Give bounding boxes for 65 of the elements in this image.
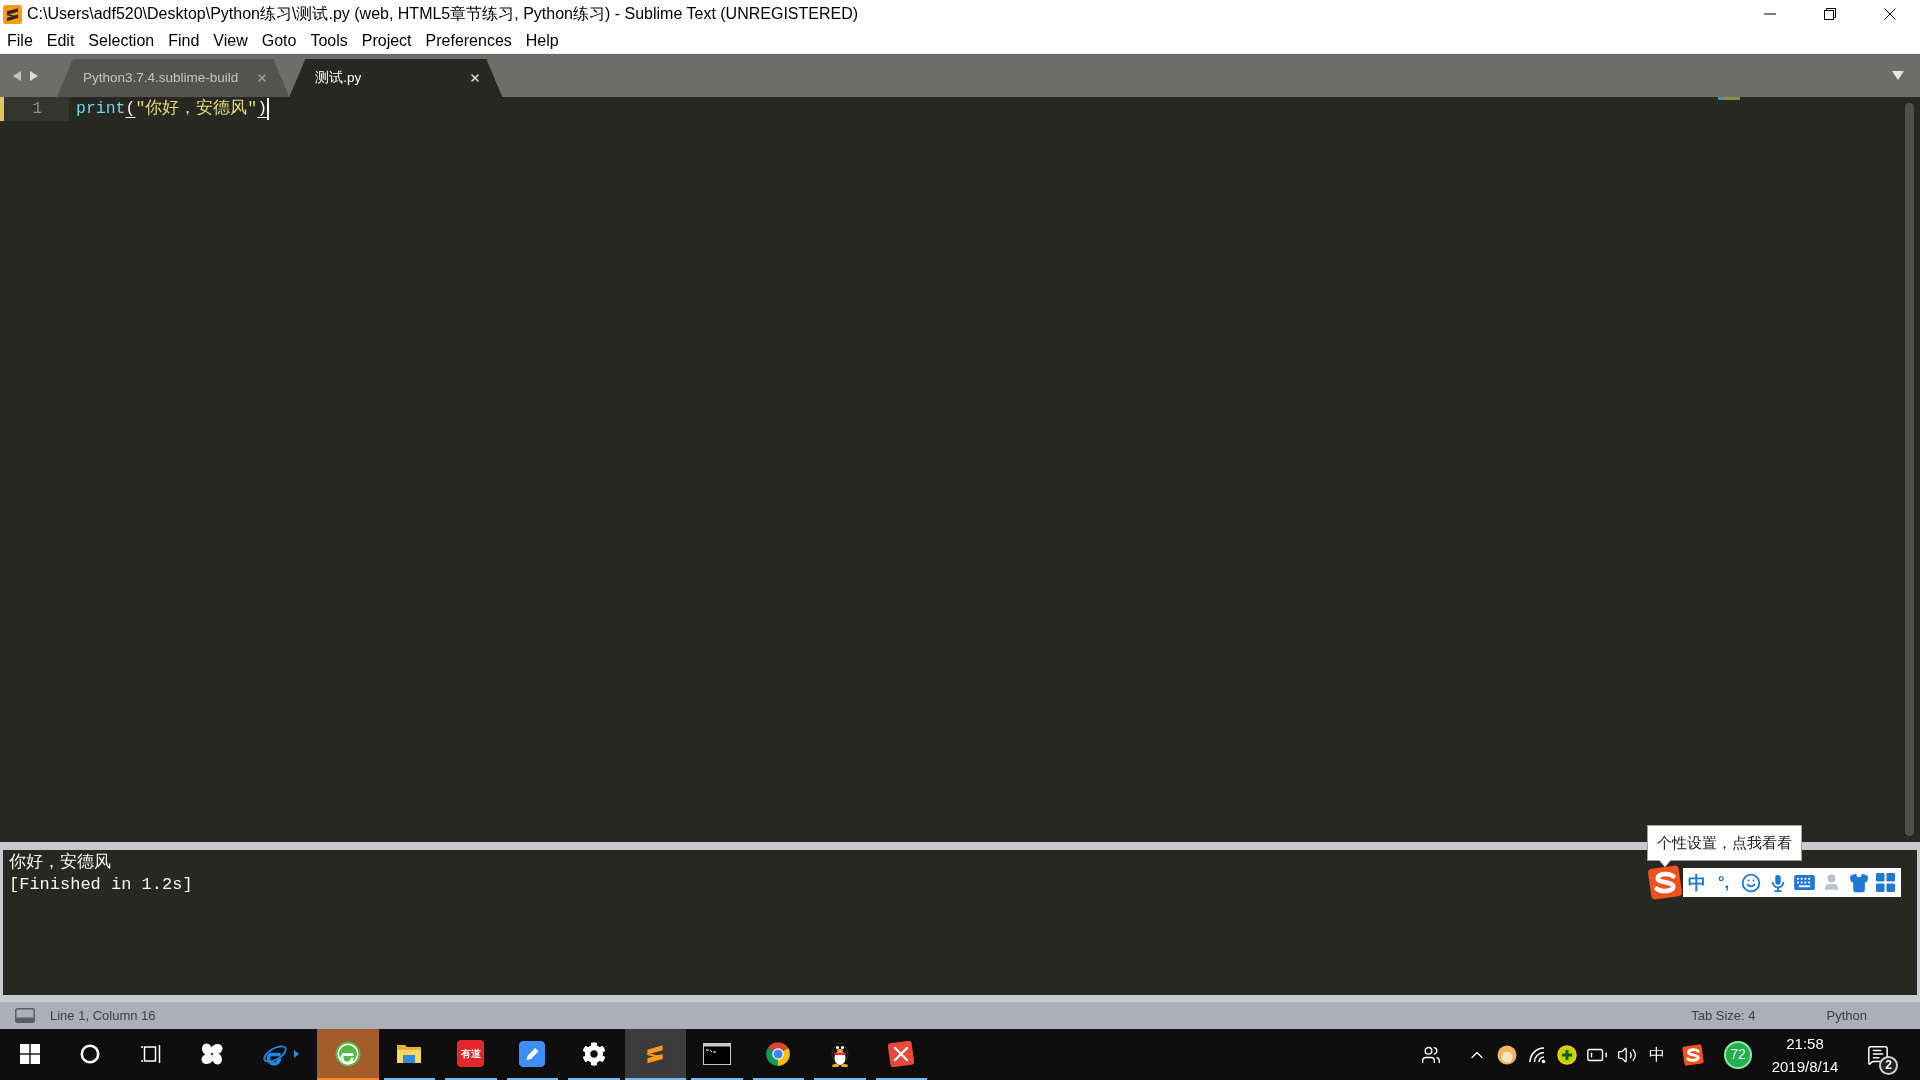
folder-icon xyxy=(396,1042,423,1065)
smiley-icon[interactable] xyxy=(1740,872,1761,893)
grid-icon[interactable] xyxy=(1876,873,1895,892)
forward-arrow-icon[interactable] xyxy=(30,70,38,81)
code-line: print("你好，安德风") xyxy=(76,97,270,121)
tab-close-button[interactable] xyxy=(469,72,482,84)
plus-circle-icon[interactable] xyxy=(1557,1044,1577,1065)
syntax-indicator[interactable]: Python xyxy=(1826,1005,1867,1026)
app-logo-icon xyxy=(3,4,22,24)
punctuation-toggle[interactable]: °, xyxy=(1710,872,1737,893)
close-icon xyxy=(256,72,269,84)
caret-icon xyxy=(294,1049,299,1058)
line-number: 1 xyxy=(4,97,69,121)
window-title: C:\Users\adf520\Desktop\Python练习\测试.py (web, HTML5章节练习, Python练习) - Sublime Text (UNREGISTERED) xyxy=(27,4,859,24)
menu-item[interactable]: Edit xyxy=(39,28,82,53)
minimap-preview xyxy=(1718,97,1740,100)
menu-item[interactable]: Selection xyxy=(81,28,162,53)
restore-icon xyxy=(1824,8,1836,20)
windows-logo-icon xyxy=(19,1043,40,1064)
dropdown-triangle-icon[interactable] xyxy=(1892,71,1904,80)
tab-size-indicator[interactable]: Tab Size: 4 xyxy=(1691,1005,1756,1026)
shirt-icon[interactable] xyxy=(1848,872,1869,893)
close-icon xyxy=(1884,8,1896,20)
terminal-icon xyxy=(702,1042,731,1065)
scrollbar-thumb[interactable] xyxy=(1905,103,1914,836)
app-tile-label: 有道 xyxy=(457,1040,485,1067)
panel-toggle-icon[interactable] xyxy=(15,1008,35,1023)
count-badge: 2 xyxy=(1879,1055,1898,1075)
output-line: [Finished in 1.2s] xyxy=(9,874,193,896)
menu-item[interactable]: Help xyxy=(518,28,566,53)
menu-item[interactable]: Goto xyxy=(254,28,304,53)
tab[interactable]: 测试.py xyxy=(289,59,503,97)
gear-icon xyxy=(581,1041,606,1066)
clock-time[interactable]: 21:58 xyxy=(1786,1031,1824,1055)
pencil-tile-icon xyxy=(519,1040,546,1067)
menu-item[interactable]: View xyxy=(206,28,255,53)
input-mode-toggle[interactable]: 中 xyxy=(1683,872,1710,893)
e-circle-icon xyxy=(334,1040,361,1067)
x-tile-icon xyxy=(888,1040,915,1067)
s-tile-icon[interactable] xyxy=(1647,865,1683,900)
taskbar-button[interactable]: 有道 xyxy=(440,1029,502,1080)
ring-icon xyxy=(80,1043,100,1064)
tooltip: 个性设置，点我看看 xyxy=(1647,825,1802,861)
close-icon xyxy=(469,72,482,84)
people-icon[interactable] xyxy=(1421,1044,1441,1065)
input-mode-indicator[interactable]: 中 xyxy=(1649,1044,1665,1065)
minimize-icon xyxy=(1764,13,1776,15)
back-arrow-icon[interactable] xyxy=(13,70,21,81)
pinwheel-icon xyxy=(199,1040,225,1067)
clock-date[interactable]: 2019/8/14 xyxy=(1771,1054,1839,1078)
menu-item[interactable]: Tools xyxy=(303,28,355,53)
menu-item[interactable]: Find xyxy=(161,28,207,53)
avatar-icon[interactable] xyxy=(1497,1044,1517,1065)
menu-item[interactable]: Preferences xyxy=(418,28,519,53)
menu-item[interactable]: File xyxy=(0,28,40,53)
wifi-icon[interactable] xyxy=(1527,1044,1547,1065)
task-view-icon xyxy=(139,1043,162,1064)
keyboard-icon[interactable] xyxy=(1794,875,1815,890)
tab[interactable]: Python3.7.4.sublime-build xyxy=(57,59,290,97)
menu-item[interactable]: Project xyxy=(354,28,419,53)
cursor-position: Line 1, Column 16 xyxy=(50,1006,156,1025)
tooltip-pointer-icon xyxy=(1659,860,1671,867)
output-line: 你好，安德风 xyxy=(9,852,111,874)
s-tile-icon xyxy=(1682,1043,1704,1066)
tri-color-circle-icon xyxy=(765,1040,792,1067)
